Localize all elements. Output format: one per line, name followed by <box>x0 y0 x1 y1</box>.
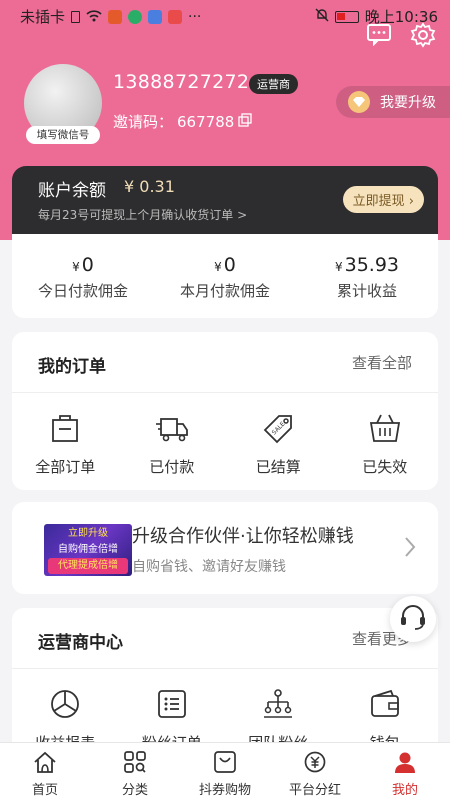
customer-service-button[interactable] <box>390 596 436 642</box>
order-invalid-label: 已失效 <box>362 458 408 476</box>
user-phone: 13888727272 <box>113 71 250 93</box>
operator-title: 运营商中心 <box>38 633 123 653</box>
divider <box>12 392 438 393</box>
wechat-icon <box>128 9 143 24</box>
wallet-icon <box>369 689 401 724</box>
tab-mine[interactable]: 我的 <box>360 743 450 800</box>
bottom-tab-bar: 首页 分类 抖券购物 平台分红 我的 <box>0 742 450 800</box>
earning-label: 今日付款佣金 <box>37 282 128 300</box>
carrier-text: 未插卡 <box>20 8 66 26</box>
home-icon <box>33 751 57 777</box>
earning-total[interactable]: ¥35.93 累计收益 <box>296 254 438 301</box>
order-invalid-button[interactable]: 已失效 <box>332 412 439 477</box>
shopping-bag-icon <box>213 751 237 777</box>
orders-view-all-link[interactable]: 查看全部 <box>352 352 412 373</box>
invite-label: 邀请码： <box>113 113 174 131</box>
team-tree-icon <box>261 689 295 724</box>
chevron-right-icon: › <box>408 194 414 209</box>
tab-dividend[interactable]: 平台分红 <box>270 743 360 800</box>
earning-value: 0 <box>223 254 236 276</box>
earning-value: 0 <box>81 254 94 276</box>
balance-card: 账户余额 ¥ 0.31 每月23号可提现上个月确认收货订单 > 立即提现 › <box>12 166 438 234</box>
invite-code-row[interactable]: 邀请码： 667788 <box>113 111 252 132</box>
more-dots-icon: ··· <box>188 8 202 25</box>
category-icon <box>123 751 147 777</box>
balance-amount: ¥ 0.31 <box>124 177 175 196</box>
message-icon[interactable] <box>366 22 392 52</box>
tab-home[interactable]: 首页 <box>0 743 90 800</box>
currency-symbol: ¥ <box>214 260 222 274</box>
pie-chart-icon <box>49 690 81 724</box>
tab-coupon-shopping-label: 抖券购物 <box>198 783 251 798</box>
invite-code: 667788 <box>177 112 235 131</box>
tab-dividend-label: 平台分红 <box>288 783 341 798</box>
earning-label: 累计收益 <box>336 282 397 300</box>
promo-image-line2: 自购佣金倍增 <box>58 544 118 555</box>
app-notification-icon <box>108 9 123 24</box>
sale-tag-icon: SALE <box>261 415 295 448</box>
promo-subtitle: 自购省钱、邀请好友赚钱 <box>132 559 286 575</box>
upgrade-button[interactable]: 我要升级 <box>336 86 450 118</box>
copy-icon[interactable] <box>238 112 252 131</box>
mute-icon <box>315 8 329 26</box>
earning-value: 35.93 <box>344 254 400 276</box>
earning-month[interactable]: ¥0 本月付款佣金 <box>154 254 296 301</box>
promo-image-line1: 立即升级 <box>68 528 108 539</box>
order-paid-label: 已付款 <box>149 458 195 476</box>
tab-category[interactable]: 分类 <box>90 743 180 800</box>
order-settled-label: 已结算 <box>255 458 301 476</box>
currency-symbol: ¥ <box>334 260 343 274</box>
wechat-id-tag[interactable]: 填写微信号 <box>26 126 100 144</box>
list-icon <box>156 690 188 724</box>
app-notification-icon <box>168 9 183 24</box>
tab-coupon-shopping[interactable]: 抖券购物 <box>180 743 270 800</box>
withdraw-note[interactable]: 每月23号可提现上个月确认收货订单 > <box>38 206 247 223</box>
wifi-icon <box>86 8 102 26</box>
headset-icon <box>399 603 427 635</box>
truck-icon <box>155 418 189 448</box>
order-all-label: 全部订单 <box>35 458 96 476</box>
orders-title: 我的订单 <box>38 357 106 377</box>
divider <box>12 668 438 669</box>
tab-category-label: 分类 <box>121 783 148 798</box>
earning-today[interactable]: ¥0 今日付款佣金 <box>12 254 154 301</box>
bag-icon <box>49 415 81 448</box>
earning-label: 本月付款佣金 <box>179 282 270 300</box>
chevron-right-icon <box>404 536 416 562</box>
earnings-card: ¥0 今日付款佣金 ¥0 本月付款佣金 ¥35.93 累计收益 <box>12 234 438 318</box>
upgrade-label: 我要升级 <box>380 95 436 111</box>
order-all-button[interactable]: 全部订单 <box>12 412 119 477</box>
diamond-icon <box>348 91 370 113</box>
settings-gear-icon[interactable] <box>410 22 436 52</box>
role-badge: 运营商 <box>249 74 298 94</box>
withdraw-label: 立即提现 <box>352 194 405 209</box>
balance-title: 账户余额 <box>38 181 106 201</box>
upgrade-promo-banner[interactable]: 立即升级 自购佣金倍增 代理提成倍增 升级合作伙伴·让你轻松赚钱 自购省钱、邀请… <box>12 502 438 594</box>
promo-image-line3: 代理提成倍增 <box>48 558 128 574</box>
promo-image: 立即升级 自购佣金倍增 代理提成倍增 <box>44 524 132 576</box>
orders-card: 我的订单 查看全部 全部订单 已付款 SALE 已结算 已失效 <box>12 332 438 490</box>
promo-title: 升级合作伙伴·让你轻松赚钱 <box>132 526 354 547</box>
sim-icon <box>71 10 81 23</box>
tab-mine-label: 我的 <box>391 783 418 798</box>
currency-symbol: ¥ <box>72 260 80 274</box>
battery-icon <box>334 10 359 23</box>
tab-home-label: 首页 <box>31 783 58 798</box>
order-settled-button[interactable]: SALE 已结算 <box>225 412 332 477</box>
user-icon <box>393 752 417 777</box>
dividend-icon <box>303 751 327 777</box>
app-notification-icon <box>148 9 163 24</box>
order-paid-button[interactable]: 已付款 <box>119 412 226 477</box>
basket-icon <box>368 414 402 448</box>
withdraw-button[interactable]: 立即提现 › <box>342 186 424 213</box>
